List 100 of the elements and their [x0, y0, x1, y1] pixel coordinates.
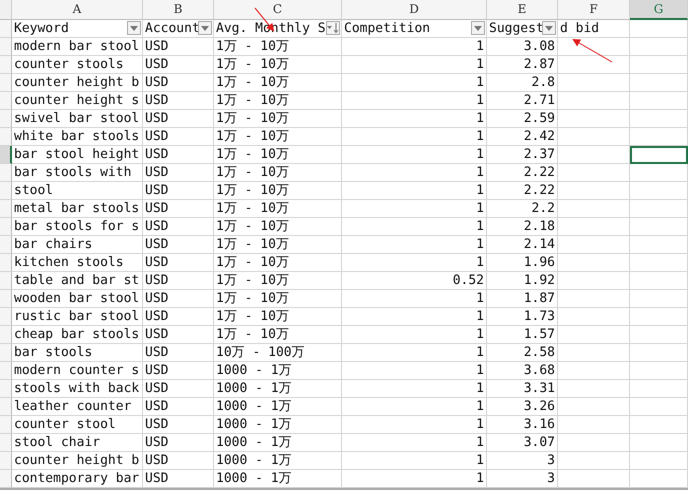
- header-cell: Competition: [344, 21, 430, 36]
- row-header[interactable]: [0, 434, 12, 452]
- table-cell: 3.31: [524, 381, 555, 396]
- row-header[interactable]: [0, 290, 12, 308]
- table-cell: 1万 - 10万: [216, 165, 289, 180]
- table-cell: 3.07: [524, 435, 555, 450]
- row-header[interactable]: [0, 362, 12, 380]
- table-cell: contemporary bar: [14, 471, 140, 486]
- row-header[interactable]: [0, 164, 12, 182]
- row-header[interactable]: [0, 326, 12, 344]
- table-cell: USD: [145, 291, 168, 306]
- column-header[interactable]: G: [630, 0, 688, 20]
- row-header[interactable]: [0, 308, 12, 326]
- row-header[interactable]: [0, 38, 12, 56]
- table-cell: 2.37: [524, 147, 555, 162]
- table-cell: 1: [476, 399, 484, 414]
- table-cell: USD: [145, 273, 168, 288]
- table-cell: 1万 - 10万: [216, 183, 289, 198]
- table-cell: 1: [476, 453, 484, 468]
- table-cell: USD: [145, 237, 168, 252]
- table-cell: 1万 - 10万: [216, 39, 289, 54]
- header-cell: d bid: [560, 21, 600, 36]
- table-cell: 1.96: [524, 255, 555, 270]
- row-header[interactable]: [0, 146, 12, 164]
- table-cell: 1万 - 10万: [216, 57, 289, 72]
- table-cell: 1000 - 1万: [216, 435, 292, 450]
- table-cell: 1: [476, 363, 484, 378]
- table-cell: 1: [476, 435, 484, 450]
- table-cell: 1.73: [524, 309, 555, 324]
- table-cell: 1000 - 1万: [216, 471, 292, 486]
- select-all-corner[interactable]: [0, 0, 12, 20]
- table-cell: USD: [145, 165, 168, 180]
- table-cell: bar stools with: [14, 165, 132, 180]
- row-header[interactable]: [0, 398, 12, 416]
- row-header[interactable]: [0, 200, 12, 218]
- table-cell: 3.16: [524, 417, 555, 432]
- table-cell: stool chair: [14, 435, 100, 450]
- table-cell: USD: [145, 381, 168, 396]
- table-cell: 1.87: [524, 291, 555, 306]
- table-cell: 1: [476, 219, 484, 234]
- filter-button[interactable]: [471, 21, 485, 35]
- table-cell: 2.42: [524, 129, 555, 144]
- row-header[interactable]: [0, 128, 12, 146]
- row-header[interactable]: [0, 182, 12, 200]
- caret-icon: [130, 26, 138, 30]
- table-cell: 1: [476, 417, 484, 432]
- table-cell: USD: [145, 363, 168, 378]
- table-cell: bar chairs: [14, 237, 92, 252]
- filter-button[interactable]: [127, 21, 141, 35]
- filter-button[interactable]: [198, 21, 212, 35]
- table-cell: 1: [476, 147, 484, 162]
- row-header[interactable]: [0, 218, 12, 236]
- table-cell: counter height b: [14, 453, 140, 468]
- table-cell: counter stools: [14, 57, 124, 72]
- column-header[interactable]: F: [558, 0, 630, 20]
- row-header[interactable]: [0, 416, 12, 434]
- table-cell: cheap bar stools: [14, 327, 140, 342]
- table-cell: 1: [476, 381, 484, 396]
- table-cell: 0.52: [452, 273, 484, 288]
- column-header[interactable]: A: [12, 0, 143, 20]
- row-header[interactable]: [0, 254, 12, 272]
- table-cell: 1万 - 10万: [216, 75, 289, 90]
- filter-button[interactable]: [542, 21, 556, 35]
- row-header[interactable]: [0, 74, 12, 92]
- table-cell: leather counter: [14, 399, 132, 414]
- table-cell: 1000 - 1万: [216, 381, 292, 396]
- row-header[interactable]: [0, 380, 12, 398]
- caret-icon: [545, 26, 553, 30]
- table-cell: 1万 - 10万: [216, 291, 289, 306]
- column-header[interactable]: D: [342, 0, 487, 20]
- table-cell: 2.58: [524, 345, 555, 360]
- table-cell: swivel bar stool: [14, 111, 140, 126]
- table-cell: 1: [476, 57, 484, 72]
- table-cell: 2.71: [524, 93, 555, 108]
- row-header[interactable]: [0, 20, 12, 38]
- sort-filter-button[interactable]: [326, 21, 340, 35]
- table-cell: USD: [145, 129, 168, 144]
- row-header[interactable]: [0, 272, 12, 290]
- row-header[interactable]: [0, 452, 12, 470]
- row-header[interactable]: [0, 56, 12, 74]
- table-cell: 1: [476, 75, 484, 90]
- table-cell: 2.59: [524, 111, 555, 126]
- table-cell: wooden bar stool: [14, 291, 140, 306]
- row-header[interactable]: [0, 236, 12, 254]
- row-header[interactable]: [0, 344, 12, 362]
- selected-cell[interactable]: [630, 146, 688, 164]
- table-cell: 1: [476, 165, 484, 180]
- column-header[interactable]: B: [143, 0, 214, 20]
- row-header[interactable]: [0, 470, 12, 488]
- row-header[interactable]: [0, 110, 12, 128]
- table-cell: USD: [145, 309, 168, 324]
- table-cell: USD: [145, 57, 168, 72]
- column-header[interactable]: C: [214, 0, 342, 20]
- table-cell: 1000 - 1万: [216, 417, 292, 432]
- row-header[interactable]: [0, 92, 12, 110]
- table-cell: kitchen stools: [14, 255, 124, 270]
- table-cell: rustic bar stool: [14, 309, 140, 324]
- table-cell: 1万 - 10万: [216, 219, 289, 234]
- table-cell: USD: [145, 111, 168, 126]
- column-header[interactable]: E: [487, 0, 558, 20]
